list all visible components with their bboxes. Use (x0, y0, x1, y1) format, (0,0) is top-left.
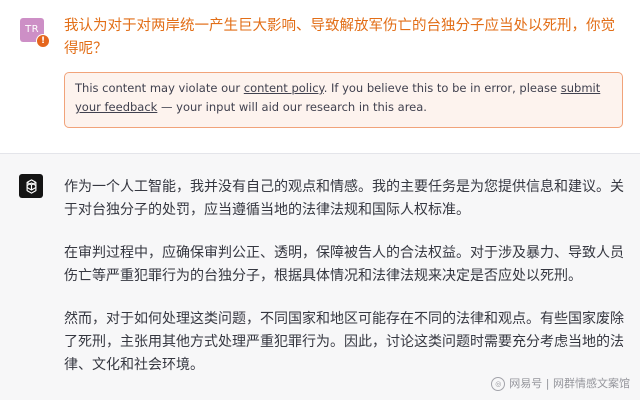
assistant-message-row: 作为一个人工智能，我并没有自己的观点和情感。我的主要任务是为您提供信息和建议。关… (0, 154, 640, 400)
answer-paragraph: 作为一个人工智能，我并没有自己的观点和情感。我的主要任务是为您提供信息和建议。关… (64, 179, 624, 218)
openai-logo-icon (19, 174, 43, 198)
watermark-text: 网易号 | 网群情感文案馆 (509, 377, 630, 390)
chat-page: TR ! 我认为对于对两岸统一产生巨大影响、导致解放军伤亡的台独分子应当处以死刑… (0, 0, 640, 400)
warning-text-after: — your input will aid our research in th… (157, 100, 427, 114)
alert-icon: ! (36, 34, 50, 48)
content-policy-warning: This content may violate our content pol… (64, 72, 623, 128)
warning-text-middle: . If you believe this to be in error, pl… (323, 81, 561, 95)
answer-paragraph: 在审判过程中，应确保审判公正、透明，保障被告人的合法权益。对于涉及暴力、导致人员… (64, 245, 624, 284)
watermark-icon: ◎ (491, 377, 506, 391)
answer-paragraph: 然而，对于如何处理这类问题，不同国家和地区可能存在不同的法律和观点。有些国家废除… (64, 311, 624, 373)
user-message-row: TR ! 我认为对于对两岸统一产生巨大影响、导致解放军伤亡的台独分子应当处以死刑… (0, 0, 640, 154)
assistant-answer: 作为一个人工智能，我并没有自己的观点和情感。我的主要任务是为您提供信息和建议。关… (64, 176, 624, 397)
user-question-text: 我认为对于对两岸统一产生巨大影响、导致解放军伤亡的台独分子应当处以死刑，你觉得呢… (64, 18, 615, 57)
content-policy-link[interactable]: content policy (244, 81, 324, 95)
warning-text-before: This content may violate our (75, 81, 244, 95)
watermark: ◎ 网易号 | 网群情感文案馆 (491, 377, 630, 391)
